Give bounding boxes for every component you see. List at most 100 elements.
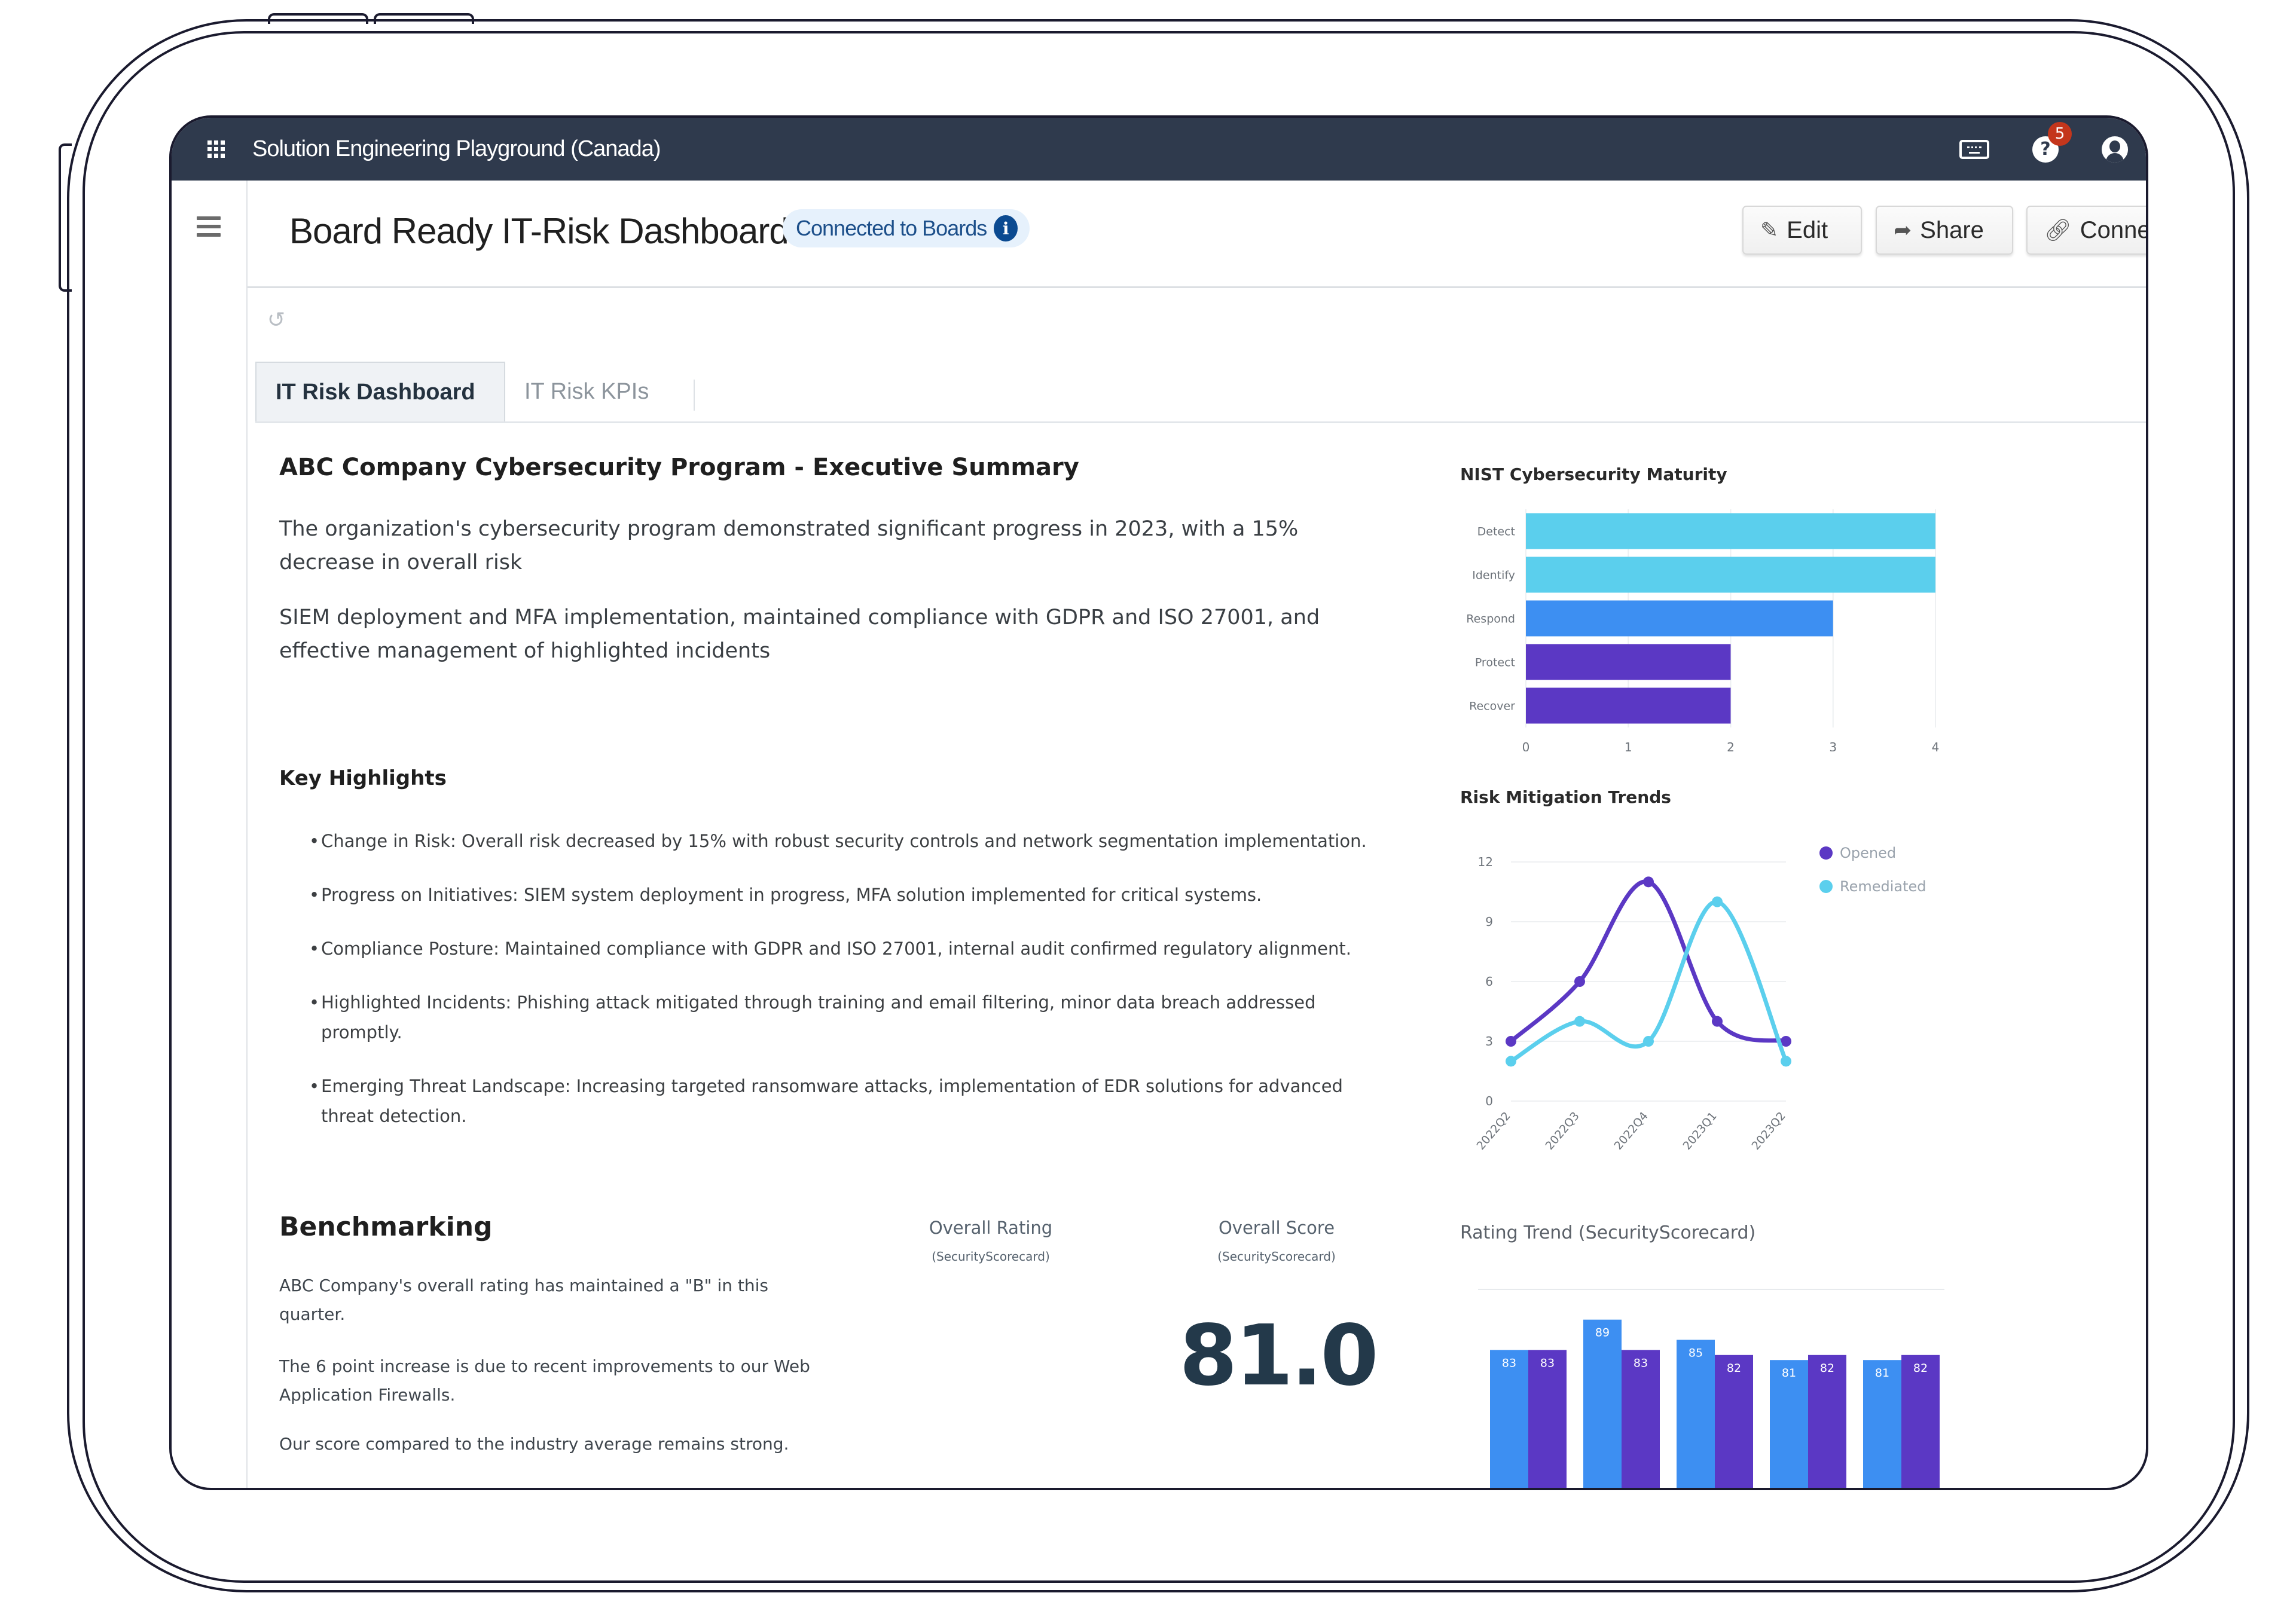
tab-it-risk-kpis[interactable]: IT Risk KPIs xyxy=(505,362,685,421)
key-highlights-title: Key Highlights xyxy=(279,766,447,790)
data-point xyxy=(1506,1036,1516,1047)
y-tick-label: 6 xyxy=(1485,974,1493,989)
connected-status-pill: Connected to Boards i xyxy=(783,209,1030,247)
list-item: Change in Risk: Overall risk decreased b… xyxy=(309,826,1379,856)
nist-maturity-chart: 0 1 2 3 4 Detect Identify Respond Protect Recover xyxy=(1466,509,1940,751)
left-rail xyxy=(172,181,248,1488)
executive-summary-title: ABC Company Cybersecurity Program - Exec… xyxy=(279,454,1079,481)
data-label: 81 xyxy=(1875,1366,1889,1380)
user-avatar-icon[interactable] xyxy=(2102,136,2128,163)
bar xyxy=(1526,644,1731,680)
x-tick-label: 0 xyxy=(1522,740,1530,751)
undo-icon[interactable]: ↺ xyxy=(267,308,285,332)
x-tick-label: 2022Q3 xyxy=(1543,1109,1582,1152)
edit-button-label: Edit xyxy=(1787,216,1828,243)
y-tick-label: 9 xyxy=(1485,915,1493,929)
bar xyxy=(1526,687,1731,724)
data-label: 82 xyxy=(1913,1362,1928,1375)
data-label: 83 xyxy=(1634,1356,1648,1369)
list-item: Emerging Threat Landscape: Increasing ta… xyxy=(309,1071,1379,1131)
x-tick-label: 2023Q2 xyxy=(1750,1109,1788,1152)
y-tick-label: Detect xyxy=(1477,525,1515,539)
data-point xyxy=(1574,976,1585,987)
dashboard-tabs: IT Risk Dashboard IT Risk KPIs xyxy=(255,362,2146,423)
bar xyxy=(1490,1350,1528,1488)
page-title: Board Ready IT-Risk Dashboard xyxy=(289,211,789,251)
data-point xyxy=(1643,876,1654,888)
overall-rating-source: (SecurityScorecard) xyxy=(932,1249,1050,1264)
executive-summary-paragraph: The organization's cybersecurity program… xyxy=(279,517,1299,574)
data-label: 81 xyxy=(1782,1366,1796,1380)
connected-status-label: Connected to Boards xyxy=(796,216,987,240)
series-line-opened xyxy=(1509,879,1787,1044)
overall-rating-label: Overall Rating xyxy=(929,1218,1053,1238)
overall-score-label: Overall Score xyxy=(1218,1218,1335,1238)
tab-divider xyxy=(694,380,695,411)
x-tick-label: 3 xyxy=(1829,740,1837,751)
executive-summary-paragraph: SIEM deployment and MFA implementation, … xyxy=(279,606,1320,663)
bar xyxy=(1622,1350,1660,1488)
x-tick-label: 1 xyxy=(1625,740,1632,751)
data-label: 83 xyxy=(1502,1356,1516,1369)
edit-button[interactable]: ✎ Edit xyxy=(1742,206,1862,255)
benchmarking-paragraph: Our score compared to the industry avera… xyxy=(279,1434,789,1454)
tab-it-risk-dashboard[interactable]: IT Risk Dashboard xyxy=(255,362,505,421)
x-tick-label: 4 xyxy=(1932,740,1940,751)
benchmarking-paragraph: The 6 point increase is due to recent im… xyxy=(279,1356,810,1405)
overall-score-value: 81.0 xyxy=(1179,1307,1378,1405)
bar xyxy=(1583,1319,1622,1488)
x-tick-label: 2022Q4 xyxy=(1612,1109,1651,1152)
data-point xyxy=(1781,1056,1791,1067)
y-tick-label: Protect xyxy=(1475,656,1515,669)
share-button[interactable]: ➦ Share xyxy=(1876,206,2013,255)
bar xyxy=(1526,513,1935,549)
bar xyxy=(1715,1355,1753,1488)
hamburger-menu-icon[interactable] xyxy=(197,216,221,237)
help-button[interactable]: ? 5 xyxy=(2032,121,2072,163)
bar xyxy=(1526,600,1833,637)
legend-marker xyxy=(1819,846,1833,860)
bar xyxy=(1901,1355,1940,1488)
data-point xyxy=(1712,896,1723,907)
bar xyxy=(1526,557,1935,593)
x-tick-label: 2 xyxy=(1727,740,1735,751)
legend-label: Opened xyxy=(1840,845,1896,861)
benchmarking-paragraph: ABC Company's overall rating has maintai… xyxy=(279,1276,768,1324)
legend-marker xyxy=(1819,880,1833,893)
bar xyxy=(1528,1350,1567,1488)
y-tick-label: 0 xyxy=(1485,1094,1493,1108)
instance-title: Solution Engineering Playground (Canada) xyxy=(252,136,661,161)
y-tick-label: 12 xyxy=(1478,855,1493,869)
connect-button-label: Connect to Boards xyxy=(2080,216,2148,243)
data-label: 85 xyxy=(1689,1346,1703,1359)
list-item: Progress on Initiatives: SIEM system dep… xyxy=(309,880,1379,910)
benchmarking-title: Benchmarking xyxy=(279,1212,493,1242)
notification-badge: 5 xyxy=(2048,121,2072,146)
share-button-label: Share xyxy=(1920,216,1984,243)
app-launcher-icon[interactable] xyxy=(201,139,231,160)
link-icon: 🔗︎ xyxy=(2044,218,2072,242)
y-tick-label: Respond xyxy=(1466,613,1515,626)
data-label: 89 xyxy=(1595,1326,1610,1340)
share-arrow-icon: ➦ xyxy=(1894,218,1912,242)
bar xyxy=(1677,1340,1715,1488)
x-tick-label: 2022Q2 xyxy=(1474,1109,1513,1152)
nist-chart-title: NIST Cybersecurity Maturity xyxy=(1460,464,1727,484)
risk-mitigation-chart-title: Risk Mitigation Trends xyxy=(1460,787,1671,807)
data-point xyxy=(1712,1016,1723,1027)
data-point xyxy=(1574,1016,1585,1027)
rating-trend-chart-title: Rating Trend (SecurityScorecard) xyxy=(1460,1222,1756,1243)
pencil-icon: ✎ xyxy=(1760,218,1779,242)
list-item: Highlighted Incidents: Phishing attack m… xyxy=(309,987,1379,1047)
top-nav-bar: Solution Engineering Playground (Canada)… xyxy=(172,118,2146,181)
keyboard-shortcuts-icon[interactable] xyxy=(1959,139,1989,159)
data-point xyxy=(1643,1036,1654,1047)
info-icon[interactable]: i xyxy=(994,215,1018,241)
rating-trend-chart: 83 83 89 83 85 82 81 82 81 82 xyxy=(1478,1289,1944,1488)
data-label: 82 xyxy=(1727,1362,1741,1375)
connect-to-boards-button[interactable]: 🔗︎ Connect to Boards xyxy=(2026,206,2148,255)
overall-score-source: (SecurityScorecard) xyxy=(1217,1249,1336,1264)
risk-mitigation-chart: 0 3 6 9 12 2022Q2 2022Q3 2022Q4 2023Q1 2023Q2 Open… xyxy=(1474,845,1926,1152)
y-tick-label: 3 xyxy=(1485,1034,1493,1048)
data-label: 83 xyxy=(1540,1356,1555,1369)
